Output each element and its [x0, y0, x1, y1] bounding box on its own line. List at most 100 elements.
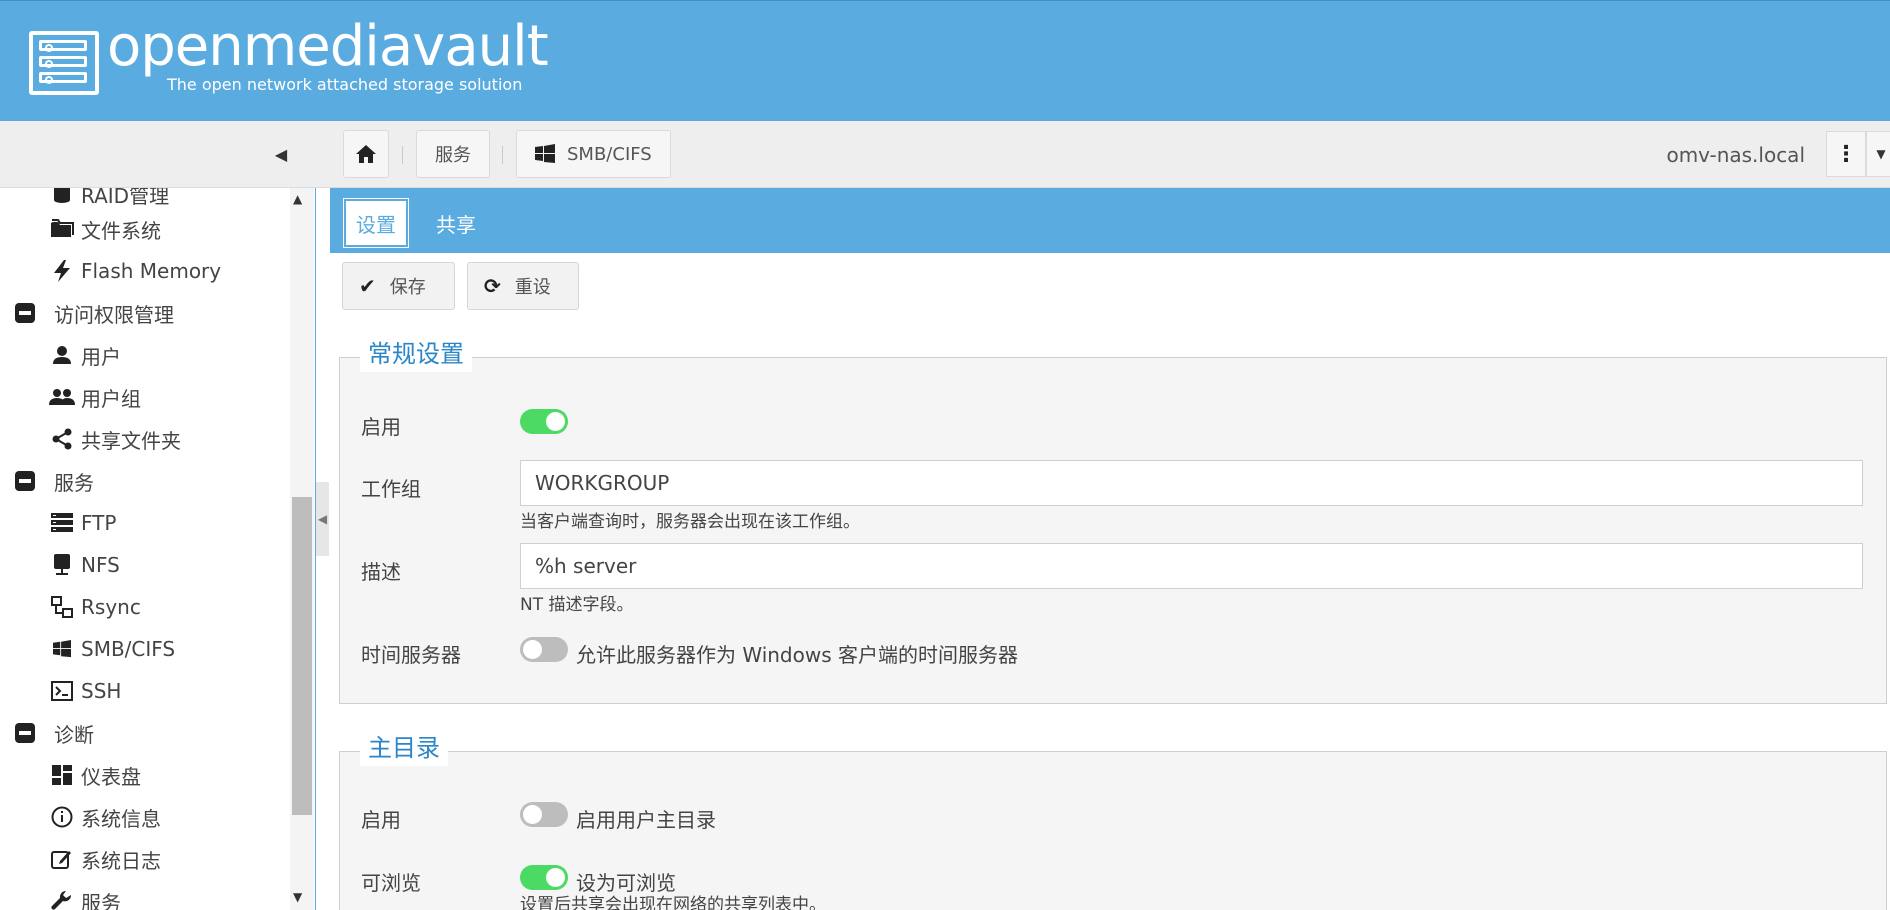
collapse-icon[interactable] [10, 718, 40, 748]
breadcrumb-services[interactable]: 服务 [416, 130, 490, 178]
reset-button[interactable]: ⟳ 重设 [467, 262, 579, 310]
refresh-icon: ⟳ [484, 274, 501, 298]
breadcrumb-smb[interactable]: SMB/CIFS [516, 130, 671, 178]
info-icon [47, 802, 77, 832]
terminal-icon [47, 676, 77, 706]
dashboard-icon [47, 760, 77, 790]
sidebar: RAID管理 文件系统 Flash Memory 访问权限管理 用户 用户组 共… [0, 188, 316, 910]
workgroup-label: 工作组 [361, 477, 421, 501]
sidebar-item-shared-folders[interactable]: 共享文件夹 [47, 418, 181, 460]
tab-bar: 设置 共享 [330, 188, 1890, 253]
folder-icon [47, 214, 77, 244]
wrench-icon [47, 886, 77, 910]
sidebar-group-services[interactable]: 服务 [10, 460, 94, 502]
logo-icon [29, 31, 99, 95]
sidebar-item-label: 文件系统 [81, 218, 161, 243]
workgroup-input[interactable]: WORKGROUP [520, 460, 1863, 506]
browseable-hint: 设置后共享会出现在网络的共享列表中。 [520, 895, 826, 910]
breadcrumb-label: SMB/CIFS [567, 143, 652, 165]
sidebar-item-smb[interactable]: SMB/CIFS [47, 628, 175, 670]
toolbar: ◀ 服务 SMB/CIFS omv-nas.local ⋮ ▼ [0, 121, 1890, 188]
description-input[interactable]: %h server [520, 543, 1863, 589]
sidebar-item-ssh[interactable]: SSH [47, 670, 121, 712]
windows-icon [535, 144, 555, 163]
sidebar-group-diagnostics[interactable]: 诊断 [10, 712, 94, 754]
crumb-separator [402, 146, 403, 164]
sidebar-item-label: SMB/CIFS [81, 637, 176, 661]
sidebar-item-label: 系统日志 [81, 848, 161, 873]
sidebar-item-label: Rsync [81, 595, 141, 619]
network-icon [47, 592, 77, 622]
sidebar-item-label: 系统信息 [81, 806, 161, 831]
sidebar-item-label: SSH [81, 679, 122, 703]
section-title: 主目录 [360, 730, 448, 766]
sidebar-group-access[interactable]: 访问权限管理 [10, 292, 174, 334]
sidebar-item-label: 用户组 [81, 386, 141, 411]
sidebar-item-label: 用户 [81, 344, 121, 369]
timeserver-label: 时间服务器 [361, 643, 461, 667]
share-icon [47, 424, 77, 454]
homes-enable-label: 启用 [361, 808, 401, 832]
windows-icon [47, 634, 77, 664]
timeserver-text: 允许此服务器作为 Windows 客户端的时间服务器 [576, 643, 1018, 667]
sidebar-item-users[interactable]: 用户 [47, 334, 121, 376]
enable-label: 启用 [361, 415, 401, 439]
more-menu-button[interactable]: ⋮ [1826, 131, 1866, 177]
enable-toggle[interactable] [520, 409, 568, 434]
sidebar-item-dashboard[interactable]: 仪表盘 [47, 754, 141, 796]
desktop-icon [47, 550, 77, 580]
sidebar-item-system-info[interactable]: 系统信息 [47, 796, 161, 838]
app-header: openmediavault The open network attached… [0, 0, 1890, 121]
edit-icon [47, 844, 77, 874]
reset-label: 重设 [514, 277, 551, 298]
scroll-down-icon[interactable]: ▼ [293, 890, 302, 904]
panel-splitter[interactable]: ◀ [316, 482, 329, 556]
database-icon [47, 188, 77, 209]
save-label: 保存 [389, 277, 426, 298]
home-icon [356, 145, 376, 163]
sidebar-item-label: RAID管理 [81, 188, 170, 208]
section-title: 常规设置 [360, 336, 472, 372]
home-button[interactable] [343, 130, 389, 178]
sidebar-item-rsync[interactable]: Rsync [47, 586, 141, 628]
save-button[interactable]: ✔ 保存 [342, 262, 455, 310]
workgroup-hint: 当客户端查询时，服务器会出现在该工作组。 [520, 512, 860, 532]
collapse-icon[interactable] [10, 298, 40, 328]
crumb-separator [502, 146, 503, 164]
sidebar-scroll-thumb[interactable] [292, 497, 312, 815]
tab-settings[interactable]: 设置 [343, 198, 409, 248]
sidebar-item-nfs[interactable]: NFS [47, 544, 120, 586]
sidebar-item-label: 仪表盘 [81, 764, 141, 789]
sidebar-item-flash-memory[interactable]: Flash Memory [47, 250, 221, 292]
collapse-icon[interactable] [10, 466, 40, 496]
sidebar-item-ftp[interactable]: FTP [47, 502, 116, 544]
collapse-left-icon: ◀ [317, 512, 328, 526]
description-label: 描述 [361, 560, 401, 584]
browseable-label: 可浏览 [361, 871, 421, 895]
caret-down-icon: ▼ [1876, 147, 1886, 161]
timeserver-toggle[interactable] [520, 637, 568, 662]
browseable-toggle[interactable] [520, 865, 568, 890]
homes-enable-toggle[interactable] [520, 802, 568, 827]
group-icon [47, 382, 77, 412]
sidebar-item-label: NFS [81, 553, 120, 577]
scroll-up-icon[interactable]: ▲ [293, 192, 302, 206]
sidebar-group-label: 访问权限管理 [54, 302, 174, 327]
check-icon: ✔ [359, 274, 376, 298]
kebab-icon: ⋮ [1835, 141, 1857, 167]
sidebar-item-filesystems[interactable]: 文件系统 [47, 208, 161, 250]
homes-section: 主目录 启用 启用用户主目录 可浏览 设为可浏览 设置后共享会出现在网络的共享列… [339, 730, 1887, 910]
sidebar-item-system-log[interactable]: 系统日志 [47, 838, 161, 880]
collapse-sidebar-icon[interactable]: ◀ [270, 143, 292, 165]
general-settings-section: 常规设置 启用 工作组 WORKGROUP 当客户端查询时，服务器会出现在该工作… [339, 336, 1887, 704]
dropdown-button[interactable]: ▼ [1866, 131, 1890, 177]
sidebar-item-services-diag[interactable]: 服务 [47, 880, 121, 910]
tab-shares[interactable]: 共享 [426, 199, 486, 247]
homes-enable-text: 启用用户主目录 [576, 808, 716, 832]
server-icon [47, 508, 77, 538]
sidebar-group-label: 服务 [54, 470, 94, 495]
description-hint: NT 描述字段。 [520, 595, 634, 615]
flash-icon [47, 256, 77, 286]
user-icon [47, 340, 77, 370]
sidebar-item-groups[interactable]: 用户组 [47, 376, 141, 418]
